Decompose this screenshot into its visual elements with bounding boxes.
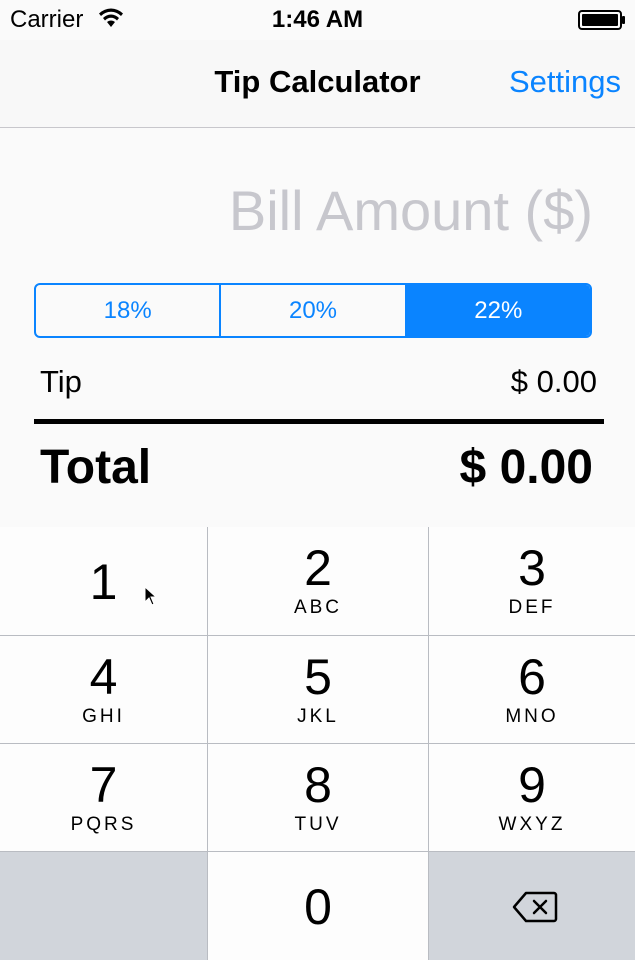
key-digit: 1 — [89, 554, 118, 610]
key-letters: TUV — [294, 814, 342, 835]
keypad-separator — [0, 851, 635, 852]
key-letters: MNO — [505, 706, 559, 727]
key-digit: 9 — [518, 757, 546, 813]
key-1[interactable]: 1 — [0, 527, 207, 635]
navigation-bar: Tip Calculator Settings — [0, 40, 635, 128]
blank-key — [0, 852, 207, 960]
battery-icon — [578, 10, 625, 30]
key-digit: 6 — [518, 649, 546, 705]
keypad-separator — [0, 635, 635, 636]
key-digit: 4 — [89, 649, 118, 705]
tip-percentage-control: 18% 20% 22% — [34, 283, 592, 338]
key-6[interactable]: 6 MNO — [429, 636, 635, 743]
key-letters: PQRS — [70, 814, 137, 835]
key-digit: 7 — [89, 757, 118, 813]
segment-18-percent[interactable]: 18% — [36, 285, 219, 336]
key-letters: GHI — [82, 706, 125, 727]
key-digit: 0 — [304, 879, 332, 935]
segment-22-percent[interactable]: 22% — [404, 285, 590, 336]
key-3[interactable]: 3 DEF — [429, 527, 635, 635]
key-5[interactable]: 5 JKL — [208, 636, 428, 743]
total-value: $ 0.00 — [459, 441, 593, 494]
key-0[interactable]: 0 — [208, 852, 428, 960]
key-7[interactable]: 7 PQRS — [0, 744, 207, 851]
segment-20-percent[interactable]: 20% — [219, 285, 404, 336]
tip-value: $ 0.00 — [510, 364, 597, 399]
key-letters: ABC — [293, 597, 343, 618]
backspace-icon — [512, 891, 558, 923]
keypad-separator — [0, 743, 635, 744]
status-time: 1:46 AM — [271, 6, 364, 33]
key-2[interactable]: 2 ABC — [208, 527, 428, 635]
total-label: Total — [40, 441, 152, 494]
key-letters: WXYZ — [498, 814, 566, 835]
key-8[interactable]: 8 TUV — [208, 744, 428, 851]
key-digit: 5 — [304, 649, 332, 705]
divider — [34, 419, 604, 424]
status-bar: Carrier 1:46 AM — [0, 0, 635, 40]
key-letters: JKL — [297, 706, 339, 727]
bill-amount-input[interactable] — [30, 170, 593, 250]
key-digit: 3 — [518, 540, 546, 596]
key-9[interactable]: 9 WXYZ — [429, 744, 635, 851]
mouse-cursor-icon — [144, 586, 158, 606]
key-4[interactable]: 4 GHI — [0, 636, 207, 743]
key-letters: DEF — [508, 597, 556, 618]
tip-label: Tip — [40, 364, 82, 399]
key-digit: 8 — [304, 757, 332, 813]
key-digit: 2 — [304, 540, 332, 596]
settings-button[interactable]: Settings — [509, 64, 621, 100]
